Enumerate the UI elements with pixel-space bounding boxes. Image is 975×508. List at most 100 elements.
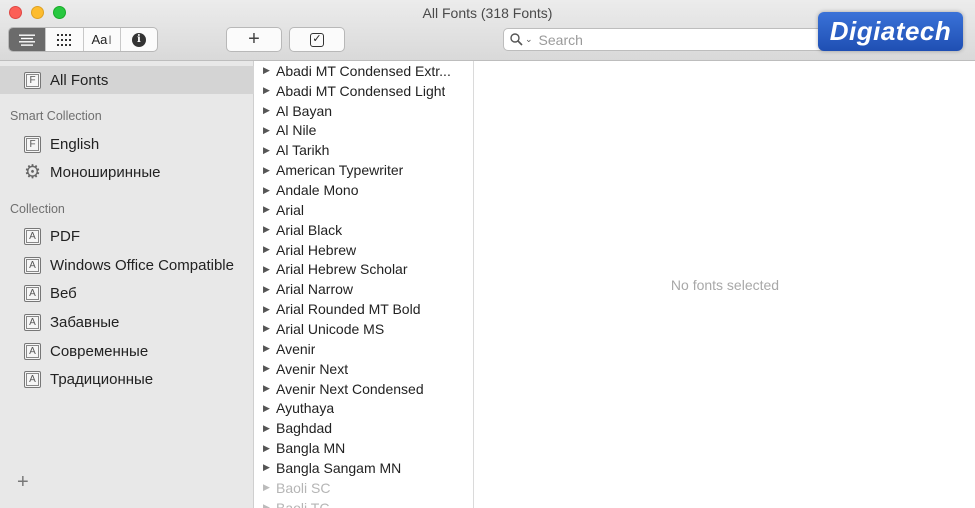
font-list-item[interactable]: ▶ Al Nile [255, 121, 473, 141]
font-family-name: Arial Rounded MT Bold [276, 301, 421, 318]
plus-icon: + [248, 28, 260, 50]
list-view-button[interactable] [9, 28, 47, 51]
font-list-item[interactable]: ▶ Arial Rounded MT Bold [255, 299, 473, 319]
sidebar-item-label: PDF [50, 227, 80, 245]
font-family-name: Ayuthaya [276, 400, 335, 417]
font-list-item[interactable]: ▶ Arial [255, 200, 473, 220]
disclosure-triangle-icon[interactable]: ▶ [263, 125, 276, 136]
font-collection-icon: A [24, 256, 41, 274]
font-list-item[interactable]: ▶ Bangla Sangam MN [255, 458, 473, 478]
font-family-name: Abadi MT Condensed Extr... [276, 62, 451, 79]
disclosure-triangle-icon[interactable]: ▶ [263, 462, 276, 473]
disclosure-triangle-icon[interactable]: ▶ [263, 204, 276, 215]
list-lines-icon [19, 34, 36, 46]
validate-font-button[interactable]: ✓ [289, 27, 345, 52]
sidebar-item-windows-office[interactable]: A Windows Office Compatible [0, 251, 254, 279]
font-list-item[interactable]: ▶ Baghdad [255, 418, 473, 438]
sidebar-item-english[interactable]: F English [0, 130, 254, 158]
disclosure-triangle-icon[interactable]: ▶ [263, 383, 276, 394]
text-cursor-icon: I [108, 32, 112, 47]
font-list-item[interactable]: ▶ Arial Hebrew [255, 240, 473, 260]
disclosure-triangle-icon[interactable]: ▶ [263, 264, 276, 275]
disclosure-triangle-icon[interactable]: ▶ [263, 443, 276, 454]
font-list-item[interactable]: ▶ Baoli TC [255, 498, 473, 508]
font-list-item[interactable]: ▶ Arial Hebrew Scholar [255, 260, 473, 280]
font-family-name: Arial Unicode MS [276, 320, 385, 337]
font-collection-icon: A [24, 342, 41, 360]
font-list-item[interactable]: ▶ Baoli SC [255, 478, 473, 498]
disclosure-triangle-icon[interactable]: ▶ [263, 323, 276, 334]
font-family-name: Baghdad [276, 420, 333, 437]
disclosure-triangle-icon[interactable]: ▶ [263, 244, 276, 255]
disclosure-triangle-icon[interactable]: ▶ [263, 423, 276, 434]
grid-view-button[interactable] [46, 28, 84, 51]
sidebar: F All Fonts Smart Collection F English ⚙… [0, 61, 254, 508]
info-view-button[interactable]: i [121, 28, 157, 51]
font-list-item[interactable]: ▶ Arial Black [255, 220, 473, 240]
font-collection-icon: A [24, 370, 41, 388]
font-list-item[interactable]: ▶ Ayuthaya [255, 398, 473, 418]
disclosure-triangle-icon[interactable]: ▶ [263, 403, 276, 414]
disclosure-triangle-icon[interactable]: ▶ [263, 85, 276, 96]
font-book-icon: F [24, 135, 41, 153]
disclosure-triangle-icon[interactable]: ▶ [263, 482, 276, 493]
sidebar-item-web[interactable]: A Веб [0, 279, 254, 307]
disclosure-triangle-icon[interactable]: ▶ [263, 65, 276, 76]
sidebar-item-label: Традиционные [50, 370, 154, 388]
disclosure-triangle-icon[interactable]: ▶ [263, 165, 276, 176]
sidebar-item-label: Забавные [50, 313, 120, 331]
font-list-item[interactable]: ▶ Avenir Next Condensed [255, 379, 473, 399]
font-family-name: Al Tarikh [276, 142, 330, 159]
sample-text-label: Aa [91, 32, 108, 47]
watermark-logo: Digiatech [818, 12, 963, 51]
font-family-name: American Typewriter [276, 162, 404, 179]
font-list-item[interactable]: ▶ American Typewriter [255, 160, 473, 180]
font-collection-icon: A [24, 227, 41, 245]
add-font-button[interactable]: + [226, 27, 282, 52]
smart-collection-header: Smart Collection [10, 109, 102, 123]
disclosure-triangle-icon[interactable]: ▶ [263, 363, 276, 374]
font-family-name: Arial Narrow [276, 281, 354, 298]
add-collection-button[interactable]: + [17, 471, 29, 494]
font-list-item[interactable]: ▶ Arial Unicode MS [255, 319, 473, 339]
font-list-item[interactable]: ▶ Andale Mono [255, 180, 473, 200]
font-family-name: Bangla MN [276, 440, 346, 457]
font-family-name: Andale Mono [276, 182, 359, 199]
disclosure-triangle-icon[interactable]: ▶ [263, 105, 276, 116]
font-list: ▶ Abadi MT Condensed Extr... ▶ Abadi MT Con… [255, 61, 474, 508]
sidebar-item-modern[interactable]: A Современные [0, 337, 254, 365]
sidebar-item-monospace[interactable]: ⚙ Моноширинные [0, 158, 254, 186]
font-list-item[interactable]: ▶ Avenir [255, 339, 473, 359]
font-list-item[interactable]: ▶ Arial Narrow [255, 279, 473, 299]
font-family-name: Avenir Next [276, 360, 349, 377]
search-field[interactable]: ⌄ Search [503, 28, 863, 51]
font-family-name: Abadi MT Condensed Light [276, 82, 446, 99]
sidebar-item-label: English [50, 135, 100, 153]
disclosure-triangle-icon[interactable]: ▶ [263, 284, 276, 295]
sidebar-item-pdf[interactable]: A PDF [0, 222, 254, 250]
sidebar-item-label: Современные [50, 342, 149, 360]
font-collection-icon: A [24, 313, 41, 331]
font-family-name: Baoli SC [276, 479, 331, 496]
font-list-item[interactable]: ▶ Al Bayan [255, 101, 473, 121]
checkbox-icon: ✓ [310, 32, 324, 47]
font-list-item[interactable]: ▶ Al Tarikh [255, 140, 473, 160]
sidebar-item-all-fonts[interactable]: F All Fonts [0, 66, 254, 94]
font-list-item[interactable]: ▶ Avenir Next [255, 359, 473, 379]
disclosure-triangle-icon[interactable]: ▶ [263, 145, 276, 156]
font-list-item[interactable]: ▶ Abadi MT Condensed Extr... [255, 61, 473, 81]
font-list-item[interactable]: ▶ Abadi MT Condensed Light [255, 81, 473, 101]
font-family-name: Avenir Next Condensed [276, 380, 424, 397]
info-icon: i [131, 32, 146, 47]
sidebar-item-fun[interactable]: A Забавные [0, 308, 254, 336]
disclosure-triangle-icon[interactable]: ▶ [263, 343, 276, 354]
font-list-item[interactable]: ▶ Bangla MN [255, 438, 473, 458]
sidebar-item-traditional[interactable]: A Традиционные [0, 365, 254, 393]
disclosure-triangle-icon[interactable]: ▶ [263, 502, 276, 508]
font-family-name: Avenir [276, 340, 316, 357]
disclosure-triangle-icon[interactable]: ▶ [263, 185, 276, 196]
disclosure-triangle-icon[interactable]: ▶ [263, 304, 276, 315]
disclosure-triangle-icon[interactable]: ▶ [263, 224, 276, 235]
sample-view-button[interactable]: Aa I [84, 28, 121, 51]
font-book-icon: F [24, 71, 41, 89]
